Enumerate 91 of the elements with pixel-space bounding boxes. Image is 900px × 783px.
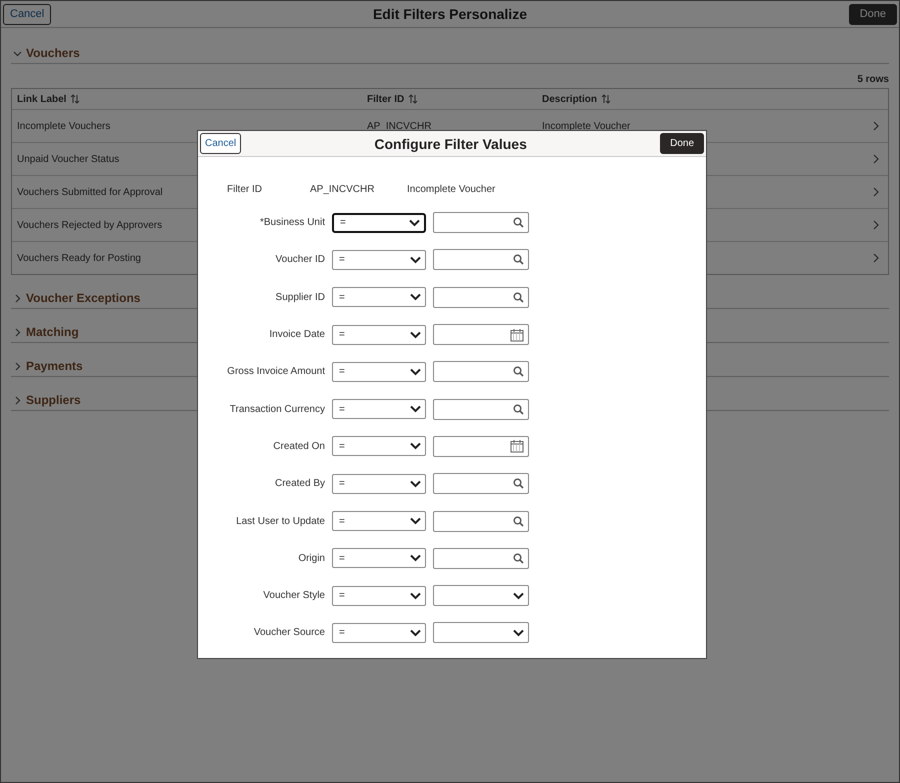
sort-icon[interactable] (408, 94, 418, 104)
field-label: *Business Unit (258, 217, 325, 228)
chevron-down-icon (13, 48, 22, 58)
search-icon[interactable] (513, 292, 524, 303)
table-cell: Vouchers Submitted for Approval (17, 186, 163, 198)
date-field[interactable] (433, 324, 529, 346)
chevron-down-icon[interactable] (410, 330, 421, 339)
field-label: Voucher Source (252, 627, 325, 638)
field-label: Supplier ID (274, 292, 325, 303)
table-cell: Vouchers Rejected by Approvers (17, 220, 162, 230)
column-header[interactable]: Link Label (17, 94, 66, 104)
search-icon[interactable] (513, 404, 524, 415)
search-field[interactable] (433, 212, 529, 234)
chevron-right-icon (13, 328, 22, 336)
operator-dropdown[interactable]: = (332, 436, 426, 456)
chevron-down-icon[interactable] (410, 628, 421, 637)
chevron-down-icon[interactable] (410, 405, 421, 414)
chevron-down-icon[interactable] (410, 368, 421, 376)
search-field[interactable] (433, 548, 529, 569)
done-button[interactable]: Done (660, 133, 704, 154)
field-label: Created On (272, 440, 325, 452)
calendar-icon[interactable] (510, 328, 524, 342)
page-title: Edit Filters Personalize (372, 6, 527, 22)
operator-dropdown[interactable]: = (332, 511, 426, 532)
field-label: Origin (297, 552, 325, 564)
field-label: Last User to Update (235, 516, 325, 527)
section-header-expanded[interactable]: Vouchers (11, 44, 889, 64)
operator-dropdown[interactable]: = (332, 548, 426, 568)
search-field[interactable] (433, 286, 529, 308)
table-cell: Vouchers Ready for Posting (17, 252, 141, 264)
field-label: Voucher ID (274, 254, 325, 266)
field-label: Transaction Currency (228, 404, 325, 415)
table-cell: AP_INCVCHR (367, 120, 432, 132)
chevron-down-icon[interactable] (410, 592, 421, 600)
chevron-right-icon[interactable] (872, 154, 880, 164)
operator-dropdown[interactable]: = (332, 586, 426, 606)
search-icon[interactable] (513, 516, 524, 527)
chevron-right-icon (13, 294, 22, 302)
cancel-button[interactable]: Cancel (200, 133, 242, 154)
chevron-down-icon[interactable] (410, 517, 421, 526)
operator-dropdown[interactable]: = (332, 399, 426, 420)
field-label: Created By (274, 478, 325, 490)
search-field[interactable] (433, 398, 529, 420)
table-cell: Unpaid Voucher Status (17, 154, 120, 164)
chevron-down-icon[interactable] (410, 293, 421, 302)
operator-dropdown[interactable]: = (332, 212, 426, 233)
operator-dropdown[interactable]: = (332, 362, 426, 382)
search-icon[interactable] (513, 217, 524, 228)
calendar-icon[interactable] (510, 439, 524, 454)
column-header[interactable]: Filter ID (367, 94, 404, 104)
search-field[interactable] (433, 510, 529, 532)
search-icon[interactable] (513, 366, 524, 378)
date-field[interactable] (433, 436, 529, 457)
chevron-down-icon[interactable] (410, 554, 421, 562)
operator-dropdown[interactable]: = (332, 250, 426, 270)
search-field[interactable] (433, 361, 529, 382)
chevron-right-icon[interactable] (872, 220, 880, 230)
sort-icon[interactable] (70, 94, 80, 104)
cancel-button[interactable]: Cancel (3, 4, 52, 24)
done-button[interactable]: Done (848, 4, 897, 24)
operator-dropdown[interactable]: = (332, 474, 426, 494)
filter-id-value: AP_INCVCHR (310, 184, 376, 194)
filter-id-label: Filter ID (227, 184, 263, 194)
operator-dropdown[interactable]: = (332, 622, 426, 643)
chevron-down-icon[interactable] (410, 442, 421, 450)
operator-dropdown[interactable]: = (332, 324, 426, 345)
table-cell: Incomplete Vouchers (17, 120, 110, 132)
chevron-right-icon (13, 396, 22, 404)
row-count: 5 rows (856, 74, 889, 85)
table-cell: Incomplete Voucher (542, 120, 630, 132)
chevron-right-icon[interactable] (872, 121, 880, 131)
filter-description: Incomplete Voucher (407, 184, 496, 194)
chevron-down-icon[interactable] (513, 628, 524, 637)
search-icon[interactable] (513, 552, 524, 564)
field-label: Voucher Style (262, 590, 325, 602)
field-label: Invoice Date (268, 329, 325, 340)
operator-dropdown[interactable]: = (332, 287, 426, 308)
search-field[interactable] (433, 249, 529, 270)
field-label: Gross Invoice Amount (226, 366, 325, 378)
chevron-right-icon[interactable] (872, 253, 880, 263)
chevron-down-icon[interactable] (410, 256, 421, 264)
chevron-right-icon[interactable] (872, 187, 880, 197)
chevron-down-icon[interactable] (410, 480, 421, 488)
chevron-down-icon[interactable] (513, 592, 524, 600)
column-header[interactable]: Description (542, 94, 598, 104)
sort-icon[interactable] (601, 94, 612, 104)
chevron-right-icon (13, 362, 22, 370)
chevron-down-icon[interactable] (409, 218, 420, 227)
search-icon[interactable] (513, 254, 524, 266)
search-icon[interactable] (513, 478, 524, 490)
search-field[interactable] (433, 473, 529, 494)
